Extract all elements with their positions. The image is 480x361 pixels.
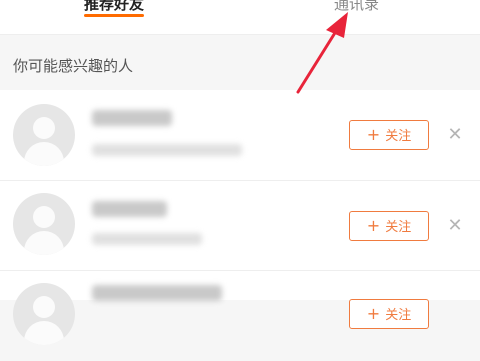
tab-bar: 推荐好友 通讯录 [0,0,480,35]
plus-icon: + [366,125,381,144]
follow-button-label: 关注 [385,129,412,144]
blurred-subtitle [92,233,202,245]
tab-label: 通讯录 [334,0,380,13]
blurred-username [92,201,167,217]
follow-button[interactable]: + 关注 [349,120,429,150]
tab-recommended-friends[interactable]: 推荐好友 [84,0,145,17]
close-icon[interactable]: ✕ [446,126,464,144]
follow-button-label: 关注 [385,308,412,323]
follow-button-label: 关注 [385,220,412,235]
active-tab-indicator [84,14,145,17]
list-item: + 关注 [0,270,480,361]
section-title: 你可能感兴趣的人 [13,57,134,75]
blurred-username [92,285,222,301]
plus-icon: + [366,216,381,235]
close-icon[interactable]: ✕ [446,217,464,235]
follow-button[interactable]: + 关注 [349,211,429,241]
default-avatar-icon[interactable] [13,193,75,255]
default-avatar-icon[interactable] [13,283,75,345]
default-avatar-icon[interactable] [13,104,75,166]
blurred-username [92,110,172,126]
plus-icon: + [366,304,381,323]
tab-label: 推荐好友 [84,0,145,13]
follow-button[interactable]: + 关注 [349,299,429,329]
tab-contacts[interactable]: 通讯录 [334,0,379,14]
suggested-people-list: + 关注 ✕ + 关注 ✕ + 关注 [0,90,480,345]
blurred-subtitle [92,144,242,156]
list-item: + 关注 ✕ [0,180,480,271]
list-item: + 关注 ✕ [0,90,480,180]
